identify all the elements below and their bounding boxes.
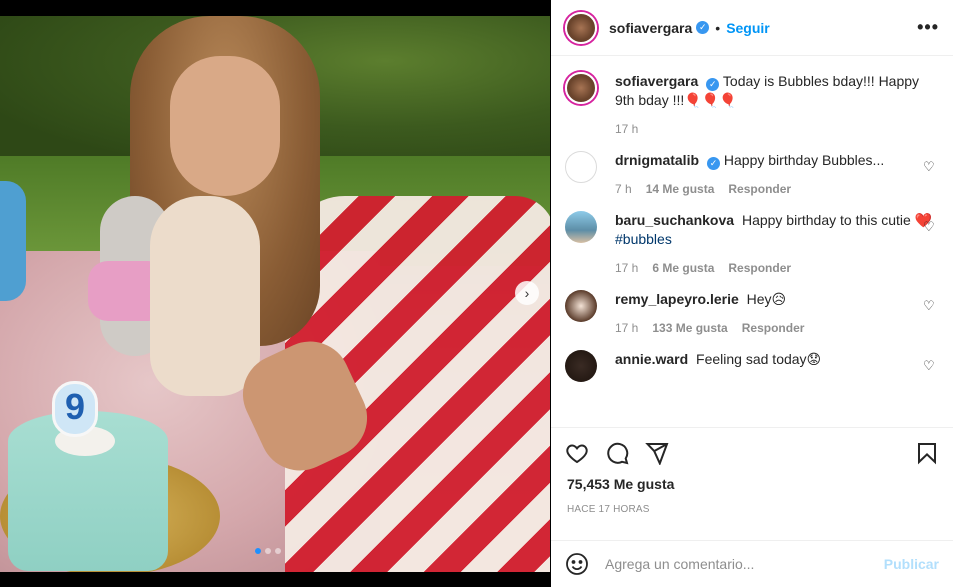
header-username[interactable]: sofiavergara	[609, 20, 692, 36]
follow-button[interactable]: Seguir	[726, 20, 770, 36]
heart-icon[interactable]	[565, 441, 589, 465]
comments-list[interactable]: sofiavergara ✓ Today is Bubbles bday!!! H…	[551, 56, 953, 428]
comment-text: Feeling sad today😟	[696, 351, 822, 367]
woman-face	[170, 56, 280, 196]
dog-cream	[150, 196, 260, 396]
comment-composer: Publicar	[551, 540, 953, 587]
comment-username[interactable]: drnigmatalib	[615, 152, 699, 168]
carousel-dot	[265, 548, 271, 554]
comment-icon[interactable]	[605, 441, 629, 465]
comment-text: Happy birthday Bubbles...	[723, 152, 885, 168]
post-timestamp: HACE 17 HORAS	[567, 504, 650, 515]
post-header: sofiavergara ✓ • Seguir •••	[551, 0, 953, 56]
heart-icon[interactable]: ♡	[923, 219, 935, 234]
avatar[interactable]	[565, 11, 597, 44]
list-item: baru_suchankova Happy birthday to this c…	[565, 211, 939, 278]
action-bar	[551, 428, 953, 478]
reply-button[interactable]: Responder	[728, 180, 791, 199]
verified-icon: ✓	[707, 157, 721, 170]
comment-username[interactable]: remy_lapeyro.lerie	[615, 291, 739, 307]
caption-time[interactable]: 17 h	[615, 120, 638, 139]
person-left-edge	[0, 181, 26, 301]
reply-button[interactable]: Responder	[742, 319, 805, 338]
list-item: annie.ward Feeling sad today😟 ♡	[565, 350, 939, 382]
comment-username[interactable]: annie.ward	[615, 351, 688, 367]
list-item: drnigmatalib ✓ Happy birthday Bubbles... …	[565, 151, 939, 199]
post-button[interactable]: Publicar	[884, 556, 939, 572]
caption: sofiavergara ✓ Today is Bubbles bday!!! H…	[565, 72, 939, 139]
comment-likes[interactable]: 6 Me gusta	[652, 259, 714, 278]
comment-likes[interactable]: 14 Me gusta	[646, 180, 715, 199]
heart-icon[interactable]: ♡	[923, 358, 935, 373]
separator: •	[715, 19, 721, 36]
number-candle: 9	[52, 381, 98, 437]
comment-username[interactable]: baru_suchankova	[615, 212, 734, 228]
comment-time[interactable]: 17 h	[615, 319, 638, 338]
smiley-icon[interactable]	[565, 552, 589, 576]
comment-likes[interactable]: 133 Me gusta	[652, 319, 727, 338]
verified-icon: ✓	[706, 78, 720, 91]
reply-button[interactable]: Responder	[728, 259, 791, 278]
avatar[interactable]	[565, 290, 597, 322]
avatar[interactable]	[565, 350, 597, 382]
comment-text: Hey😥	[746, 291, 787, 307]
like-count[interactable]: 75,453 Me gusta	[551, 476, 953, 492]
comment-time[interactable]: 17 h	[615, 259, 638, 278]
heart-icon[interactable]: ♡	[923, 159, 935, 174]
comment-text: Happy birthday to this cutie ❤️	[741, 212, 933, 228]
post-photo[interactable]: 9 ›	[0, 16, 550, 572]
chevron-right-icon[interactable]: ›	[515, 281, 539, 305]
avatar[interactable]	[565, 72, 597, 104]
comment-time[interactable]: 7 h	[615, 180, 632, 199]
avatar[interactable]	[565, 151, 597, 183]
more-options-icon[interactable]: •••	[917, 17, 939, 38]
send-icon[interactable]	[645, 441, 669, 465]
post-side-panel: sofiavergara ✓ • Seguir ••• sofiavergara…	[551, 0, 953, 587]
caption-username[interactable]: sofiavergara	[615, 73, 698, 89]
carousel-dot	[275, 548, 281, 554]
bookmark-icon[interactable]	[915, 441, 939, 465]
carousel-dots	[255, 548, 281, 554]
instagram-post-viewer: 9 › sofiavergara ✓ • Seguir ••• sofiaver…	[0, 0, 953, 587]
hashtag-link[interactable]: #bubbles	[615, 231, 672, 247]
carousel-dot	[255, 548, 261, 554]
verified-icon: ✓	[696, 21, 710, 34]
list-item: remy_lapeyro.lerie Hey😥 17 h 133 Me gust…	[565, 290, 939, 338]
avatar[interactable]	[565, 211, 597, 243]
comment-input[interactable]	[605, 556, 884, 572]
heart-icon[interactable]: ♡	[923, 298, 935, 313]
